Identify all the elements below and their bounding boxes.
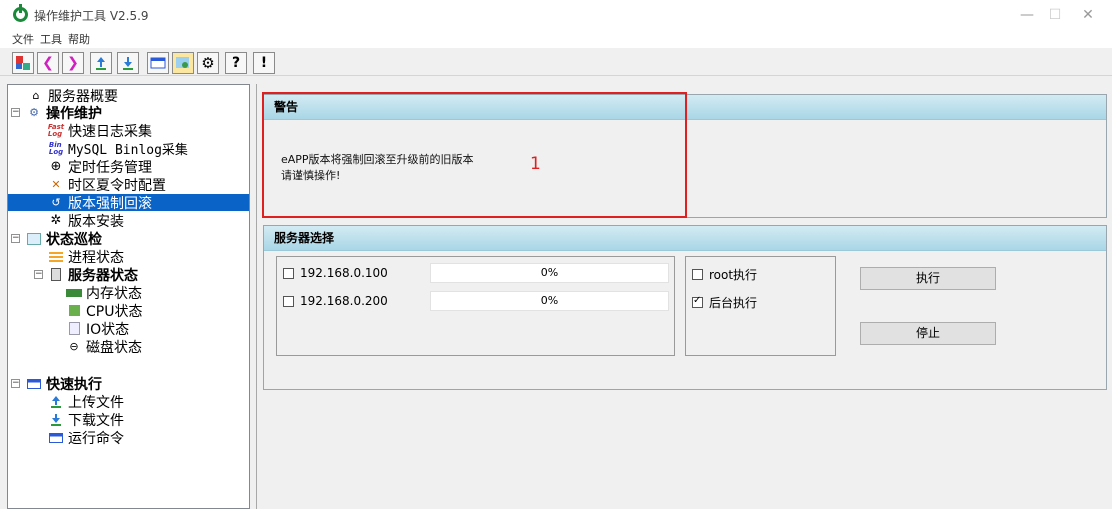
tree-item-timezone-dst[interactable]: ✕ 时区夏令时配置	[48, 176, 166, 194]
tree-icon	[16, 56, 30, 70]
root-exec-option[interactable]: root执行	[692, 266, 757, 283]
download-icon	[48, 413, 64, 427]
home-icon: ⌂	[32, 89, 40, 102]
server-2-checkbox[interactable]	[283, 295, 294, 307]
tree-item-version-rollback[interactable]: ↺ 版本强制回滚	[8, 194, 249, 212]
options-group: root执行 后台执行	[685, 256, 836, 356]
menu-file[interactable]: 文件	[12, 31, 34, 47]
image-toolbar-button[interactable]	[172, 52, 194, 74]
arrow-right-icon: ❯	[67, 55, 79, 71]
download-toolbar-button[interactable]	[117, 52, 139, 74]
fastlog-icon: Fast Log	[47, 122, 65, 138]
settings-toolbar-button[interactable]: ⚙	[197, 52, 219, 74]
tree-item-quick-execute[interactable]: 快速执行	[26, 375, 102, 393]
toolbar: ❮ ❯ ⚙ ? !	[0, 48, 1112, 76]
forward-button[interactable]: ❯	[62, 52, 84, 74]
about-button[interactable]: !	[253, 52, 275, 74]
maximize-button[interactable]: ☐	[1040, 4, 1070, 26]
execute-button[interactable]: 执行	[860, 267, 996, 290]
server-1-ip: 192.168.0.100	[300, 266, 388, 280]
install-icon: ✲	[50, 213, 62, 228]
cpu-icon	[66, 304, 82, 318]
title-bar: 操作维护工具 V2.5.9 — ☐ ✕	[0, 0, 1112, 30]
disk-icon: ⊖	[69, 340, 79, 353]
server-row-2[interactable]: 192.168.0.200	[283, 294, 388, 308]
tree-item-run-command[interactable]: 运行命令	[48, 429, 124, 447]
background-exec-label: 后台执行	[709, 296, 758, 310]
command-icon	[48, 431, 64, 445]
download-icon	[123, 57, 133, 70]
close-button[interactable]: ✕	[1073, 4, 1103, 26]
collapse-quick-exec-toggle[interactable]: −	[11, 379, 20, 388]
root-exec-label: root执行	[709, 268, 758, 282]
tree-item-server-status[interactable]: 服务器状态	[48, 266, 138, 284]
background-exec-option[interactable]: 后台执行	[692, 294, 757, 311]
stop-button[interactable]: 停止	[860, 322, 996, 345]
root-exec-checkbox[interactable]	[692, 269, 703, 280]
binlog-icon: Bin Log	[48, 140, 64, 156]
tree-item-memory-status[interactable]: 内存状态	[66, 284, 142, 302]
arrow-left-icon: ❮	[42, 55, 54, 71]
server-row-1[interactable]: 192.168.0.100	[283, 266, 388, 280]
menu-tools[interactable]: 工具	[40, 31, 62, 47]
tree-item-status-inspection[interactable]: 状态巡检	[26, 230, 102, 248]
exec-icon	[26, 377, 42, 391]
collapse-inspection-toggle[interactable]: −	[11, 234, 20, 243]
tree-item-version-install[interactable]: ✲ 版本安装	[48, 212, 124, 230]
minimize-button[interactable]: —	[1012, 4, 1042, 26]
server-select-panel: 服务器选择 192.168.0.100 0% 192.168.0.200 0% …	[263, 225, 1107, 390]
server-list-group: 192.168.0.100 0% 192.168.0.200 0%	[276, 256, 675, 356]
process-icon	[48, 250, 64, 264]
command-toolbar-button[interactable]	[147, 52, 169, 74]
upload-icon	[48, 395, 64, 409]
background-exec-checkbox[interactable]	[692, 295, 703, 308]
tree-toolbar-button[interactable]	[12, 52, 34, 74]
collapse-operations-toggle[interactable]: −	[11, 108, 20, 117]
tree-item-process-status[interactable]: 进程状态	[48, 248, 124, 266]
tree-item-disk-status[interactable]: ⊖ 磁盘状态	[66, 338, 142, 356]
menu-bar: 文件 工具 帮助	[0, 28, 1112, 48]
gear-icon: ⚙	[29, 106, 39, 119]
tools-icon: ✕	[51, 178, 61, 191]
settings-icon: ⚙	[201, 54, 215, 72]
server-1-progress: 0%	[430, 263, 669, 283]
app-logo-icon	[13, 4, 28, 22]
tree-item-mysql-binlog[interactable]: Bin Log MySQL Binlog采集	[48, 140, 188, 158]
collapse-server-status-toggle[interactable]: −	[34, 270, 43, 279]
server-2-progress: 0%	[430, 291, 669, 311]
inspect-icon	[26, 232, 42, 246]
tree-item-cpu-status[interactable]: CPU状态	[66, 302, 142, 320]
upload-icon	[96, 57, 106, 70]
menu-help[interactable]: 帮助	[68, 31, 90, 47]
help-button[interactable]: ?	[225, 52, 247, 74]
tree-item-server-overview[interactable]: ⌂ 服务器概要	[28, 87, 119, 105]
command-icon	[150, 57, 166, 69]
rollback-icon: ↺	[51, 196, 61, 209]
image-icon	[176, 57, 189, 68]
navigation-tree: ⌂ 服务器概要 − ⚙ 操作维护 Fast Log 快速日志采集 Bin Log MySQL…	[7, 84, 250, 509]
tree-item-upload-file[interactable]: 上传文件	[48, 393, 124, 411]
annotation-number: 1	[530, 154, 541, 174]
upload-toolbar-button[interactable]	[90, 52, 112, 74]
server-select-header: 服务器选择	[264, 226, 1106, 251]
server-1-checkbox[interactable]	[283, 267, 294, 279]
annotation-highlight-box	[262, 92, 687, 218]
server-2-ip: 192.168.0.200	[300, 294, 388, 308]
tree-item-operations[interactable]: ⚙ 操作维护	[26, 104, 102, 122]
tree-item-fast-log[interactable]: Fast Log 快速日志采集	[47, 122, 152, 140]
clock-icon: ⊕	[50, 159, 62, 174]
back-button[interactable]: ❮	[37, 52, 59, 74]
server-icon	[48, 268, 64, 282]
tree-item-scheduled-tasks[interactable]: ⊕ 定时任务管理	[48, 158, 152, 176]
tree-item-download-file[interactable]: 下载文件	[48, 411, 124, 429]
memory-icon	[66, 286, 82, 300]
content-area: 警告 eAPP版本将强制回滚至升级前的旧版本 请谨慎操作! 1 服务器选择 19…	[256, 84, 1112, 509]
window-title: 操作维护工具 V2.5.9	[34, 9, 149, 23]
io-icon	[66, 322, 82, 336]
tree-item-io-status[interactable]: IO状态	[66, 320, 129, 338]
